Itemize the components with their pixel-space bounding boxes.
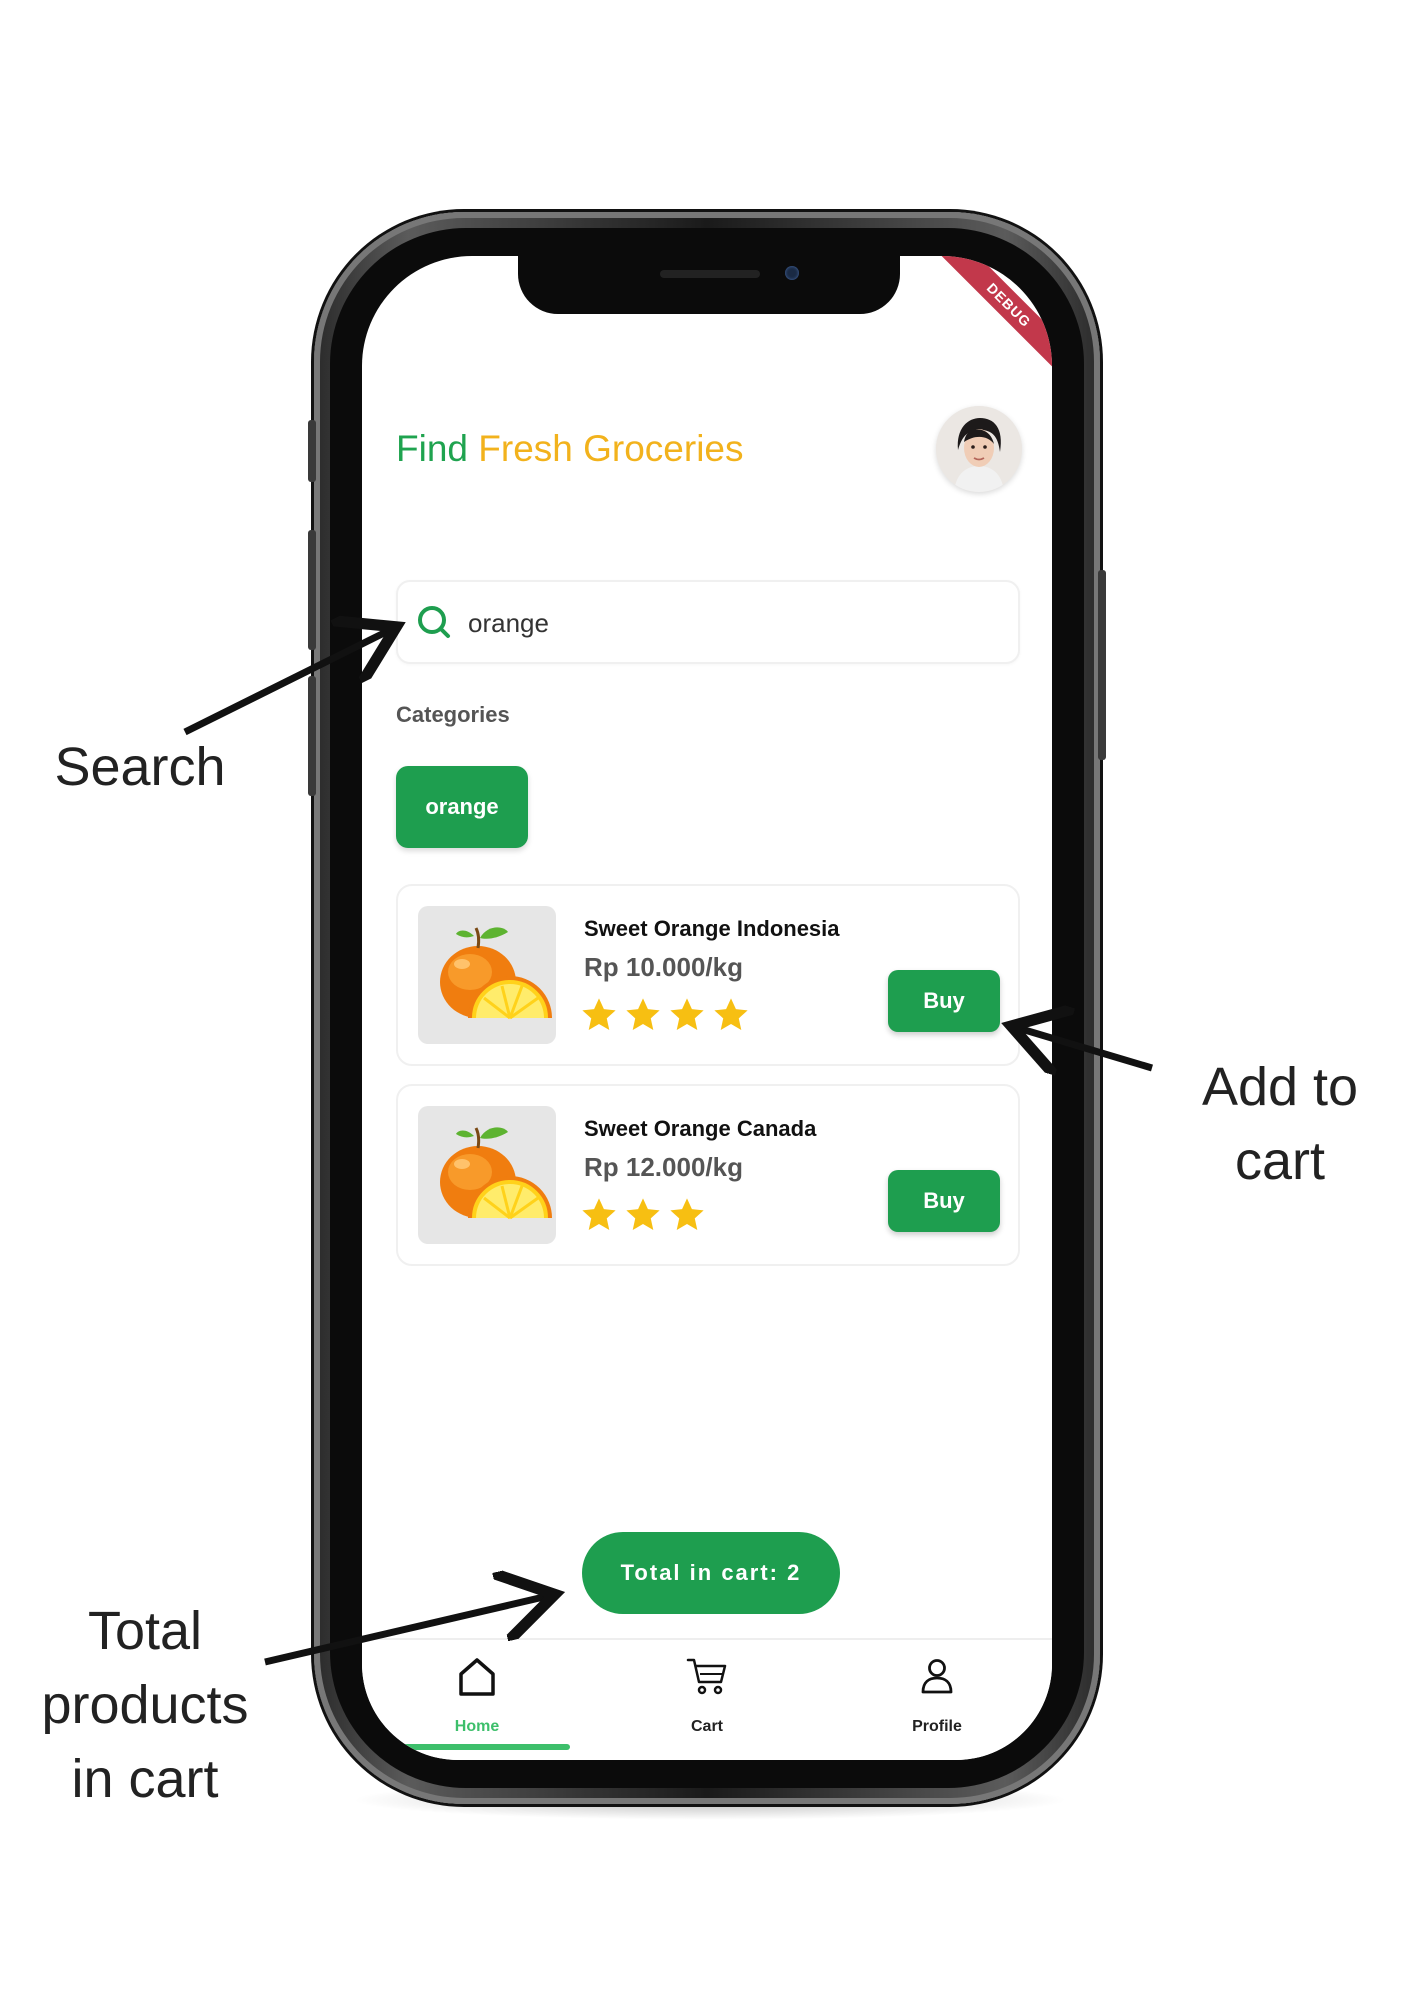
arrow-to-cart-total <box>264 1596 548 1666</box>
arrow-to-search <box>183 630 390 736</box>
annotation-arrows <box>183 0 1154 1666</box>
stage: DEBUG Find Fresh Groceries orange Catego… <box>0 0 1414 2000</box>
arrow-to-buy-button <box>1018 1028 1154 1068</box>
